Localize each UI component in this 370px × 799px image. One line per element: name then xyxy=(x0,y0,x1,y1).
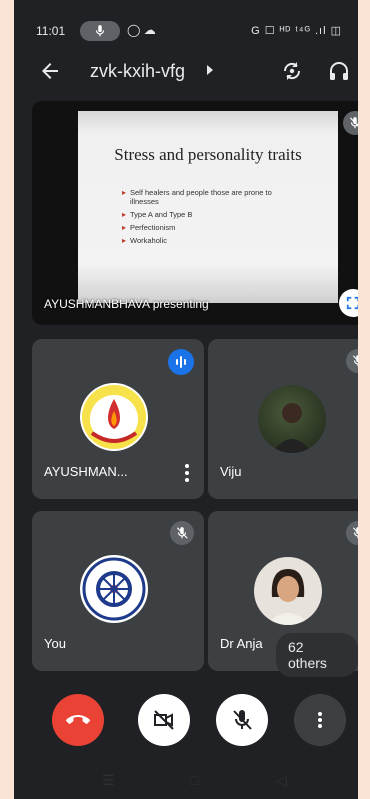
mic-icon xyxy=(95,25,105,37)
audio-wave-icon xyxy=(176,356,186,368)
call-controls xyxy=(14,694,358,746)
ongoing-call-pill[interactable] xyxy=(80,21,120,41)
more-options-button[interactable] xyxy=(294,694,346,746)
slide-bullet-list: Self healers and people those are prone … xyxy=(122,188,292,249)
mic-off-icon xyxy=(352,355,358,367)
fullscreen-icon xyxy=(346,296,358,310)
muted-badge xyxy=(170,521,194,545)
presenter-label: AYUSHMANBHAVA presenting xyxy=(44,297,209,311)
fullscreen-button[interactable] xyxy=(339,289,358,317)
recent-apps-icon[interactable]: ☰ xyxy=(102,772,115,789)
participant-tile[interactable]: Viju xyxy=(208,339,358,499)
camera-off-icon xyxy=(154,710,174,730)
presentation-muted-badge xyxy=(343,111,358,135)
back-icon[interactable]: ◁ xyxy=(276,772,287,789)
meet-app: 11:01 ◯ ☁ G ☐ ᴴᴰ ᵗ⁴ᴳ .ıl ◫ zvk-kxih-vfg … xyxy=(14,0,358,799)
slide-bullet: Workaholic xyxy=(122,236,292,245)
slide-title: Stress and personality traits xyxy=(114,145,302,164)
wheel-emblem-icon xyxy=(82,557,146,621)
participant-avatar xyxy=(258,385,326,453)
switch-camera-icon[interactable] xyxy=(280,59,304,83)
participant-name: Dr Anja xyxy=(220,636,263,651)
mic-off-icon xyxy=(176,527,188,539)
home-icon[interactable]: □ xyxy=(190,772,198,788)
mic-off-icon xyxy=(233,710,252,730)
slide-bullet: Perfectionism xyxy=(122,223,292,232)
participant-tile[interactable]: AYUSHMAN... xyxy=(32,339,204,499)
mic-off-icon xyxy=(352,527,358,539)
slide-bullet: Self healers and people those are prone … xyxy=(122,188,292,206)
participant-tile-self[interactable]: You xyxy=(32,511,204,671)
headphones-icon[interactable] xyxy=(327,59,351,83)
more-vert-icon[interactable] xyxy=(180,461,194,483)
muted-badge xyxy=(346,349,358,373)
person-photo-icon xyxy=(266,569,310,625)
participant-name: AYUSHMAN... xyxy=(44,464,128,479)
mic-toggle-button[interactable] xyxy=(216,694,268,746)
more-vert-icon xyxy=(318,712,322,728)
top-bar: zvk-kxih-vfg xyxy=(14,55,358,91)
speaking-indicator xyxy=(168,349,194,375)
system-nav-bar: ☰ □ ◁ xyxy=(14,772,358,794)
camera-toggle-button[interactable] xyxy=(138,694,190,746)
presentation-slide: Stress and personality traits Self heale… xyxy=(78,111,338,303)
participant-name: Viju xyxy=(220,464,242,479)
nss-logo xyxy=(80,555,148,623)
status-time: 11:01 xyxy=(36,24,66,38)
others-count-pill[interactable]: 62 others xyxy=(276,633,358,677)
mic-off-icon xyxy=(349,117,358,129)
person-photo-icon xyxy=(272,403,312,453)
system-indicators: G ☐ ᴴᴰ ᵗ⁴ᴳ .ıl ◫ xyxy=(251,25,342,37)
emblem-icon xyxy=(82,385,146,449)
end-call-icon xyxy=(66,715,90,724)
status-icons: ◯ ☁ xyxy=(127,23,156,37)
participant-name: You xyxy=(44,636,66,651)
muted-badge xyxy=(346,521,358,545)
slide-bullet: Type A and Type B xyxy=(122,210,292,219)
participant-avatar xyxy=(254,557,322,625)
chevron-right-icon[interactable] xyxy=(207,65,213,75)
ayushmanbhava-logo xyxy=(80,383,148,451)
end-call-button[interactable] xyxy=(52,694,104,746)
status-bar: 11:01 ◯ ☁ G ☐ ᴴᴰ ᵗ⁴ᴳ .ıl ◫ xyxy=(14,20,358,42)
presentation-tile[interactable]: Stress and personality traits Self heale… xyxy=(32,101,358,325)
more-vert-icon[interactable] xyxy=(356,461,358,483)
meeting-code[interactable]: zvk-kxih-vfg xyxy=(90,61,185,82)
back-arrow-icon[interactable] xyxy=(38,59,62,83)
